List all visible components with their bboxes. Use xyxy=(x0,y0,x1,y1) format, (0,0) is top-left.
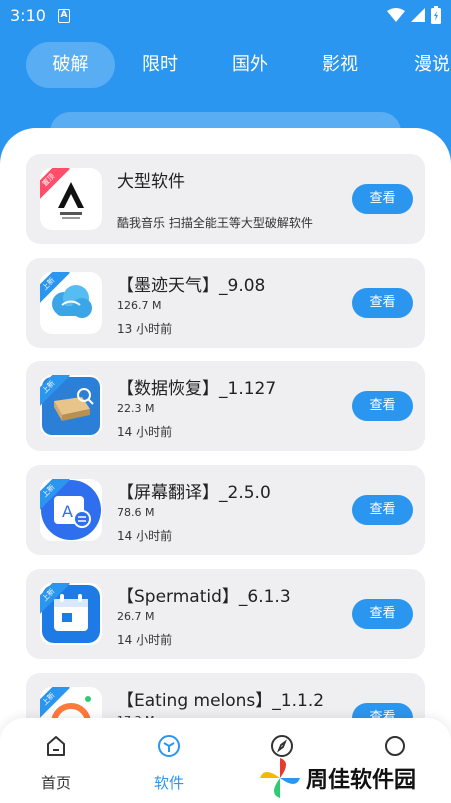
app-size: 22.3 M xyxy=(117,402,155,415)
tab-video[interactable]: 影视 xyxy=(310,42,370,88)
app-card[interactable]: 上新 【Spermatid】_6.1.3 26.7 M 14 小时前 查看 xyxy=(26,569,425,659)
app-card[interactable]: 上新 【墨迹天气】_9.08 126.7 M 13 小时前 查看 xyxy=(26,258,425,348)
app-description: 酷我音乐 扫描全能王等大型破解软件 xyxy=(117,216,313,230)
view-button[interactable]: 查看 xyxy=(352,184,413,214)
tab-foreign[interactable]: 国外 xyxy=(220,42,280,88)
wifi-icon xyxy=(387,8,405,22)
compass-icon xyxy=(271,735,293,757)
site-watermark: 周佳软件园 xyxy=(258,756,448,800)
notification-a-icon: A xyxy=(58,9,70,23)
app-title: 【数据恢复】_1.127 xyxy=(117,379,277,399)
app-card[interactable]: 置顶 大型软件 酷我音乐 扫描全能王等大型破解软件 查看 xyxy=(26,154,425,244)
tab-limited[interactable]: 限时 xyxy=(130,42,190,88)
nav-software[interactable]: 软件 xyxy=(129,718,209,803)
view-button[interactable]: 查看 xyxy=(352,495,413,525)
tab-crack[interactable]: 破解 xyxy=(26,42,115,88)
cloud-icon: 上新 xyxy=(40,272,102,334)
status-time: 3:10 xyxy=(10,6,46,25)
category-tabs: 破解 限时 国外 影视 漫说 xyxy=(0,42,451,88)
a-logo-icon: 置顶 xyxy=(40,168,102,230)
app-time: 14 小时前 xyxy=(117,529,173,543)
app-card[interactable]: 上新 【数据恢复】_1.127 22.3 M 14 小时前 查看 xyxy=(26,361,425,451)
calendar-icon: 上新 xyxy=(40,583,102,645)
view-button[interactable]: 查看 xyxy=(352,288,413,318)
app-time: 14 小时前 xyxy=(117,425,173,439)
home-icon xyxy=(47,736,65,756)
app-list-sheet: 置顶 大型软件 酷我音乐 扫描全能王等大型破解软件 查看 上新 【墨迹天气】_9… xyxy=(0,128,451,803)
app-size: 26.7 M xyxy=(117,610,155,623)
user-icon xyxy=(385,736,405,756)
battery-icon xyxy=(431,6,441,24)
watermark-text: 周佳软件园 xyxy=(306,768,417,793)
nav-label: 软件 xyxy=(153,774,184,792)
view-button[interactable]: 查看 xyxy=(352,599,413,629)
signal-icon xyxy=(411,8,425,22)
app-time: 13 小时前 xyxy=(117,322,173,336)
status-bar: 3:10 A xyxy=(0,0,451,32)
translate-icon: A 上新 xyxy=(40,479,102,541)
app-card[interactable]: A 上新 【屏幕翻译】_2.5.0 78.6 M 14 小时前 查看 xyxy=(26,465,425,555)
app-size: 78.6 M xyxy=(117,506,155,519)
svg-text:A: A xyxy=(62,502,73,521)
app-title: 大型软件 xyxy=(117,172,185,192)
app-title: 【屏幕翻译】_2.5.0 xyxy=(117,483,271,503)
app-title: 【墨迹天气】_9.08 xyxy=(117,276,266,296)
hard-drive-icon: 上新 xyxy=(40,375,102,437)
nav-label: 首页 xyxy=(40,774,71,792)
app-title: 【Spermatid】_6.1.3 xyxy=(117,587,291,607)
app-title: 【Eating melons】_1.1.2 xyxy=(117,691,325,711)
tab-comic[interactable]: 漫说 xyxy=(402,42,451,88)
app-size: 126.7 M xyxy=(117,299,162,312)
app-time: 14 小时前 xyxy=(117,633,173,647)
cube-icon xyxy=(158,735,180,757)
pinwheel-logo-icon xyxy=(260,758,300,798)
view-button[interactable]: 查看 xyxy=(352,391,413,421)
nav-home[interactable]: 首页 xyxy=(16,718,96,803)
